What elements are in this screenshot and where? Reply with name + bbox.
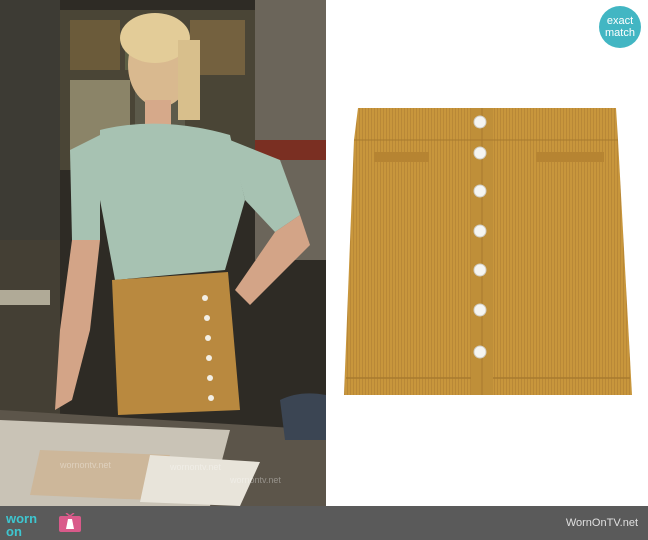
- watermark-text: wornontv.net: [230, 475, 281, 485]
- badge-line1: exact: [606, 15, 634, 27]
- exact-match-badge: exact match: [599, 6, 641, 48]
- badge-line2: match: [605, 27, 635, 39]
- product-photo: [326, 0, 648, 506]
- wornontv-logo[interactable]: worn on: [6, 510, 86, 539]
- dress-tv-icon: [59, 513, 81, 532]
- watermark-text: wornontv.net: [60, 460, 111, 470]
- watermark-text: wornontv.net: [170, 462, 221, 472]
- footer-bar: worn on WornOnTV.net: [0, 506, 648, 540]
- logo-word-on: on: [6, 524, 22, 539]
- skirt-illustration: [344, 108, 632, 395]
- site-url[interactable]: WornOnTV.net: [566, 517, 638, 529]
- scene-photo: wornontv.net wornontv.net wornontv.net: [0, 0, 326, 506]
- scene-illustration: [0, 0, 326, 506]
